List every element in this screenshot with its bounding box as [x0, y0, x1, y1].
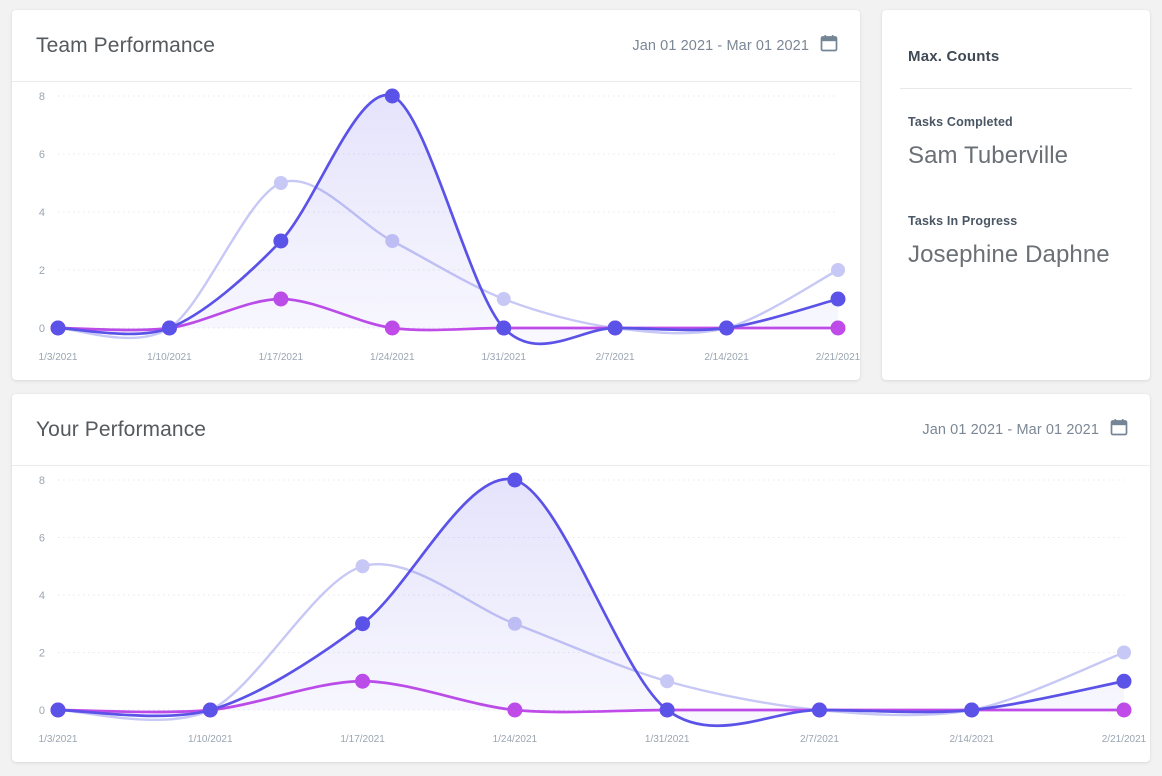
data-point[interactable]	[51, 321, 66, 336]
y-axis-tick: 6	[39, 149, 45, 161]
x-axis-tick: 1/10/2021	[147, 352, 192, 363]
your-card-header: Your Performance Jan 01 2021 - Mar 01 20…	[12, 394, 1150, 466]
data-point[interactable]	[964, 703, 979, 718]
y-axis-tick: 6	[39, 533, 45, 545]
y-axis-tick: 2	[39, 648, 45, 660]
stat-label: Tasks In Progress	[908, 214, 1134, 228]
x-axis-tick: 2/21/2021	[1102, 734, 1147, 745]
calendar-icon[interactable]	[1110, 418, 1128, 441]
stat-tasks-in-progress: Tasks In Progress Josephine Daphne	[898, 214, 1134, 269]
data-point[interactable]	[51, 703, 66, 718]
dashboard-page: Team Performance Jan 01 2021 - Mar 01 20…	[0, 0, 1162, 776]
data-point[interactable]	[274, 176, 288, 190]
x-axis-tick: 2/7/2021	[800, 734, 839, 745]
data-point[interactable]	[608, 321, 623, 336]
data-point[interactable]	[356, 559, 370, 573]
series-area	[58, 479, 1124, 726]
stat-value: Josephine Daphne	[908, 241, 1134, 269]
x-axis-tick: 1/3/2021	[39, 734, 78, 745]
max-counts-title: Max. Counts	[898, 10, 1134, 65]
page-title: Team Performance	[36, 34, 215, 58]
y-axis-tick: 0	[39, 705, 45, 717]
your-date-range-picker[interactable]: Jan 01 2021 - Mar 01 2021	[922, 418, 1128, 441]
max-counts-card: Max. Counts Tasks Completed Sam Tubervil…	[882, 10, 1150, 380]
y-axis-tick: 8	[39, 475, 45, 487]
team-performance-chart[interactable]: 0 2 4 6 8 1/3/2021 1/10/2021 1/17/2021 1/24/2021…	[12, 82, 860, 380]
top-row: Team Performance Jan 01 2021 - Mar 01 20…	[12, 10, 1150, 380]
divider	[900, 88, 1132, 89]
your-performance-chart[interactable]: 0 2 4 6 8 1/3/2021 1/10/2021 1/17/2021 1/24/2021…	[12, 466, 1150, 762]
team-date-range-picker[interactable]: Jan 01 2021 - Mar 01 2021	[632, 34, 838, 57]
data-point[interactable]	[497, 292, 511, 306]
x-axis-tick: 1/17/2021	[340, 734, 385, 745]
x-axis-tick: 1/10/2021	[188, 734, 233, 745]
y-axis-tick: 4	[39, 590, 45, 602]
data-point[interactable]	[496, 321, 511, 336]
y-axis-tick: 8	[39, 91, 45, 103]
x-axis-tick: 2/7/2021	[596, 352, 635, 363]
data-point[interactable]	[719, 321, 734, 336]
data-point[interactable]	[831, 292, 846, 307]
stat-value: Sam Tuberville	[908, 142, 1134, 170]
x-axis-tick: 2/14/2021	[704, 352, 749, 363]
data-point[interactable]	[385, 89, 400, 104]
page-title: Your Performance	[36, 418, 206, 442]
data-point[interactable]	[162, 321, 177, 336]
x-axis-tick: 1/24/2021	[493, 734, 538, 745]
x-axis-tick: 2/14/2021	[949, 734, 994, 745]
x-axis-tick: 1/24/2021	[370, 352, 415, 363]
y-axis-tick: 4	[39, 207, 45, 219]
your-date-range-label: Jan 01 2021 - Mar 01 2021	[922, 422, 1099, 438]
y-axis-tick: 0	[39, 323, 45, 335]
team-date-range-label: Jan 01 2021 - Mar 01 2021	[632, 38, 809, 54]
x-axis-tick: 1/31/2021	[645, 734, 690, 745]
x-axis-tick: 2/21/2021	[816, 352, 860, 363]
data-point[interactable]	[273, 234, 288, 249]
data-point[interactable]	[831, 263, 845, 277]
stat-label: Tasks Completed	[908, 115, 1134, 129]
x-axis-tick: 1/3/2021	[39, 352, 78, 363]
x-axis-tick: 1/17/2021	[259, 352, 304, 363]
data-point[interactable]	[660, 703, 675, 718]
calendar-icon[interactable]	[820, 34, 838, 57]
series-area	[58, 95, 838, 344]
data-point[interactable]	[203, 703, 218, 718]
data-point[interactable]	[507, 473, 522, 488]
data-point[interactable]	[1117, 674, 1132, 689]
data-point[interactable]	[660, 674, 674, 688]
stat-tasks-completed: Tasks Completed Sam Tuberville	[898, 115, 1134, 170]
data-point[interactable]	[355, 616, 370, 631]
your-performance-card: Your Performance Jan 01 2021 - Mar 01 20…	[12, 394, 1150, 762]
data-point[interactable]	[812, 703, 827, 718]
team-card-header: Team Performance Jan 01 2021 - Mar 01 20…	[12, 10, 860, 82]
x-axis-tick: 1/31/2021	[481, 352, 526, 363]
y-axis-tick: 2	[39, 265, 45, 277]
data-point[interactable]	[1117, 646, 1131, 660]
team-performance-card: Team Performance Jan 01 2021 - Mar 01 20…	[12, 10, 860, 380]
